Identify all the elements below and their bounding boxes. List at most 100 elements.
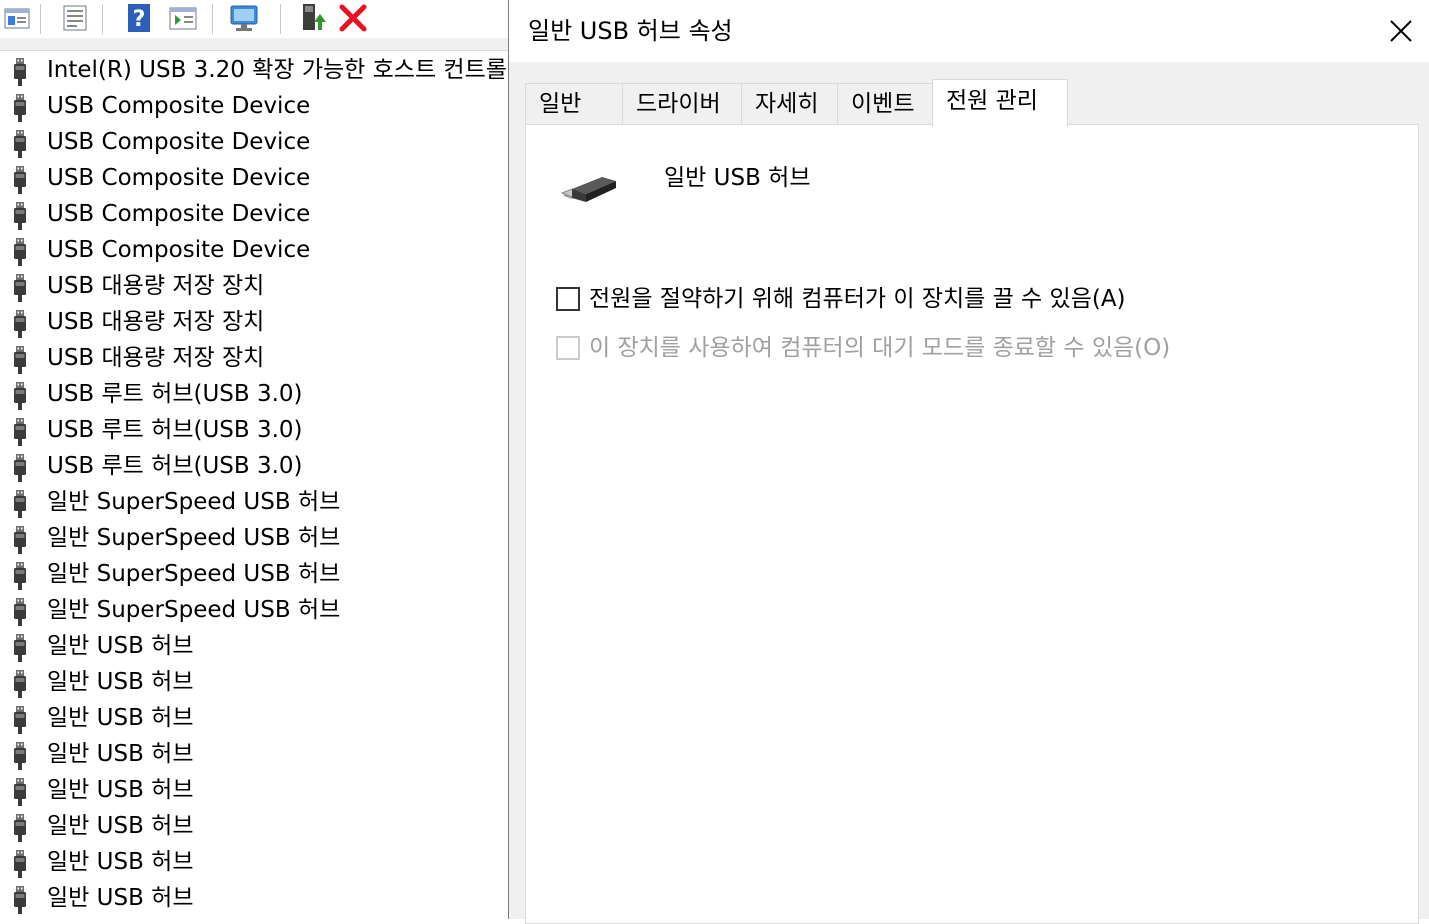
allow-power-off-label[interactable]: 전원을 절약하기 위해 컴퓨터가 이 장치를 끌 수 있음(A) — [589, 285, 1126, 313]
device-list-item-label: 일반 SuperSpeed USB 허브 — [47, 561, 341, 587]
device-list-item-label: 일반 SuperSpeed USB 허브 — [47, 525, 341, 551]
device-list-item-label: USB 루트 허브(USB 3.0) — [47, 381, 303, 407]
device-list-item-label: USB 대용량 저장 장치 — [47, 273, 265, 299]
device-list-item[interactable]: 일반 SuperSpeed USB 허브 — [0, 520, 508, 556]
dialog-title: 일반 USB 허브 속성 — [528, 17, 733, 45]
device-list-item[interactable]: 일반 USB 허브 — [0, 736, 508, 772]
device-list-item[interactable]: USB Composite Device — [0, 232, 508, 268]
usb-device-icon — [11, 742, 29, 770]
usb-device-icon — [11, 166, 29, 194]
device-list-item[interactable]: USB 루트 허브(USB 3.0) — [0, 412, 508, 448]
device-manager-toolbar: ? — [0, 0, 510, 39]
usb-device-icon — [11, 490, 29, 518]
usb-device-icon — [11, 238, 29, 266]
device-list-item[interactable]: 일반 USB 허브 — [0, 700, 508, 736]
device-list-item[interactable]: USB 루트 허브(USB 3.0) — [0, 448, 508, 484]
device-list-item[interactable]: USB Composite Device — [0, 160, 508, 196]
device-name: 일반 USB 허브 — [664, 165, 811, 191]
device-list-item[interactable]: 일반 USB 허브 — [0, 628, 508, 664]
usb-device-icon — [11, 130, 29, 158]
device-list-item[interactable]: USB Composite Device — [0, 196, 508, 232]
device-list-item[interactable]: Intel(R) USB 3.20 확장 가능한 호스트 컨트롤 — [0, 52, 508, 88]
device-list-item-label: 일반 USB 허브 — [47, 813, 194, 839]
usb-device-icon — [11, 274, 29, 302]
device-list-item-label: 일반 USB 허브 — [47, 705, 194, 731]
device-list-item[interactable]: 일반 SuperSpeed USB 허브 — [0, 484, 508, 520]
tab-power-management[interactable]: 전원 관리 — [932, 79, 1068, 127]
usb-device-icon — [11, 382, 29, 410]
tab-general[interactable]: 일반 — [525, 83, 623, 125]
device-list-item-label: 일반 SuperSpeed USB 허브 — [47, 597, 341, 623]
usb-device-icon — [11, 634, 29, 662]
show-hidden-icon[interactable] — [0, 2, 34, 34]
update-driver-icon[interactable] — [294, 2, 328, 34]
help-icon[interactable]: ? — [122, 2, 156, 34]
device-list-item[interactable]: USB 대용량 저장 장치 — [0, 340, 508, 376]
device-list-item-label: 일반 USB 허브 — [47, 633, 194, 659]
usb-device-icon — [11, 202, 29, 230]
usb-device-icon — [11, 706, 29, 734]
usb-device-icon — [11, 562, 29, 590]
device-list-item-label: USB Composite Device — [47, 237, 311, 263]
usb-connector-icon — [558, 169, 622, 209]
device-list-item-label: USB 대용량 저장 장치 — [47, 345, 265, 371]
tab-events[interactable]: 이벤트 — [837, 83, 933, 125]
usb-device-icon — [11, 310, 29, 338]
device-list-item[interactable]: 일반 USB 허브 — [0, 844, 508, 880]
device-list-item[interactable]: USB 대용량 저장 장치 — [0, 268, 508, 304]
view-resources-icon[interactable] — [166, 2, 200, 34]
tab-driver[interactable]: 드라이버 — [622, 83, 742, 125]
device-list-item[interactable]: 일반 USB 허브 — [0, 772, 508, 808]
device-list-item-label: Intel(R) USB 3.20 확장 가능한 호스트 컨트롤 — [47, 57, 507, 83]
scan-hardware-icon[interactable] — [228, 2, 262, 34]
device-list-item[interactable]: 일반 USB 허브 — [0, 808, 508, 844]
device-tree[interactable]: Intel(R) USB 3.20 확장 가능한 호스트 컨트롤 USB Comp… — [0, 52, 508, 919]
close-button[interactable] — [1372, 0, 1429, 62]
device-list-item-label: 일반 USB 허브 — [47, 741, 194, 767]
tab-details[interactable]: 자세히 — [741, 83, 838, 125]
device-list-item-label: USB Composite Device — [47, 129, 311, 155]
device-list-item[interactable]: 일반 SuperSpeed USB 허브 — [0, 556, 508, 592]
properties-icon[interactable] — [58, 2, 92, 34]
device-list-item-label: 일반 USB 허브 — [47, 885, 194, 911]
device-list-item-label: 일반 USB 허브 — [47, 777, 194, 803]
usb-device-icon — [11, 778, 29, 806]
usb-device-icon — [11, 94, 29, 122]
dialog-titlebar[interactable]: 일반 USB 허브 속성 — [509, 0, 1429, 62]
uninstall-device-icon[interactable] — [336, 2, 370, 34]
usb-device-icon — [11, 886, 29, 914]
device-list-item[interactable]: USB 대용량 저장 장치 — [0, 304, 508, 340]
usb-device-icon — [11, 850, 29, 878]
power-management-panel: 일반 USB 허브 전원을 절약하기 위해 컴퓨터가 이 장치를 끌 수 있음(… — [525, 124, 1419, 924]
device-list-item-label: 일반 SuperSpeed USB 허브 — [47, 489, 341, 515]
usb-device-icon — [11, 58, 29, 86]
device-list-item[interactable]: 일반 USB 허브 — [0, 664, 508, 700]
usb-device-icon — [11, 670, 29, 698]
device-list-item-label: USB 대용량 저장 장치 — [47, 309, 265, 335]
svg-text:?: ? — [133, 7, 146, 32]
allow-wake-label: 이 장치를 사용하여 컴퓨터의 대기 모드를 종료할 수 있음(O) — [589, 335, 1171, 361]
usb-device-icon — [11, 526, 29, 554]
device-list-item-label: USB Composite Device — [47, 201, 311, 227]
properties-dialog: 일반 USB 허브 속성 일반 드라이버 자세히 이벤트 전원 관리 일반 US… — [508, 0, 1429, 924]
device-list-item[interactable]: USB 루트 허브(USB 3.0) — [0, 376, 508, 412]
device-list-item[interactable]: 일반 SuperSpeed USB 허브 — [0, 592, 508, 628]
device-list-item-label: 일반 USB 허브 — [47, 669, 194, 695]
device-list-item[interactable]: USB Composite Device — [0, 124, 508, 160]
toolbar-divider — [0, 38, 510, 51]
device-list-item-label: USB 루트 허브(USB 3.0) — [47, 417, 303, 443]
allow-power-off-checkbox[interactable] — [556, 287, 580, 311]
allow-wake-checkbox — [556, 336, 580, 360]
usb-device-icon — [11, 814, 29, 842]
device-list-item-label: 일반 USB 허브 — [47, 849, 194, 875]
device-list-item[interactable]: 일반 USB 허브 — [0, 880, 508, 916]
close-icon — [1390, 20, 1412, 42]
device-list-item[interactable]: USB Composite Device — [0, 88, 508, 124]
device-list-item-label: USB 루트 허브(USB 3.0) — [47, 453, 303, 479]
tab-strip: 일반 드라이버 자세히 이벤트 전원 관리 — [525, 79, 1415, 127]
usb-device-icon — [11, 418, 29, 446]
usb-device-icon — [11, 346, 29, 374]
usb-device-icon — [11, 598, 29, 626]
usb-device-icon — [11, 454, 29, 482]
device-list-item-label: USB Composite Device — [47, 93, 311, 119]
